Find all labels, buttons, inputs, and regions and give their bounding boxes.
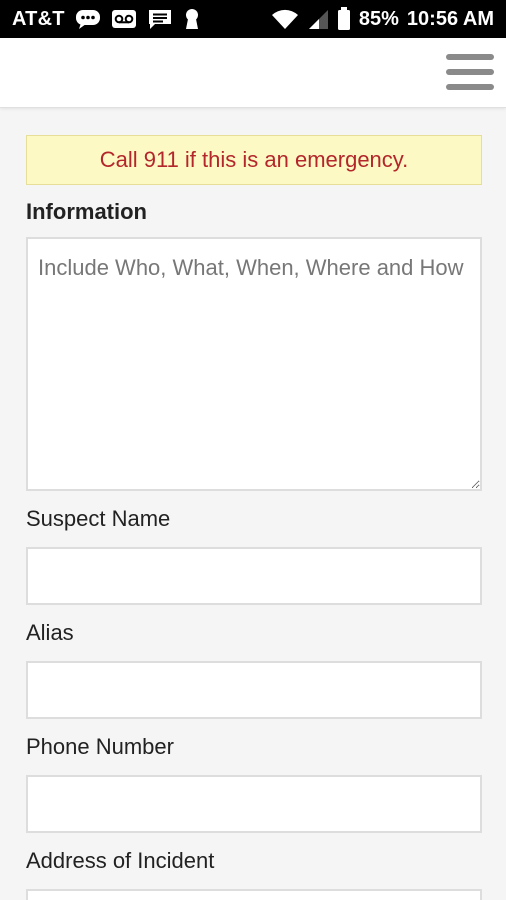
battery-icon — [337, 7, 351, 30]
address-label: Address of Incident — [26, 848, 215, 873]
status-right: 85% 10:56 AM — [271, 7, 494, 31]
information-textarea[interactable] — [26, 237, 482, 491]
battery-percentage: 85% — [358, 7, 399, 30]
wifi-icon — [271, 8, 299, 30]
signal-icon — [307, 8, 329, 30]
alias-input[interactable] — [26, 661, 482, 719]
voicemail-icon — [111, 8, 137, 30]
message-icon — [147, 8, 173, 30]
menu-bar — [446, 54, 494, 60]
status-time: 10:56 AM — [406, 7, 494, 30]
status-bar: AT&T 85% 10:56 AM — [0, 0, 506, 38]
app-header — [0, 38, 506, 108]
carrier-name: AT&T — [12, 7, 65, 30]
suspect-name-label: Suspect Name — [26, 506, 171, 531]
keyhole-icon — [183, 8, 201, 30]
hamburger-menu-icon[interactable] — [446, 54, 494, 90]
information-label: Information — [26, 199, 147, 224]
menu-bar — [446, 69, 494, 75]
phone-number-label: Phone Number — [26, 734, 174, 759]
status-left: AT&T — [12, 8, 201, 31]
address-input[interactable] — [26, 889, 482, 900]
chat-bubble-icon — [75, 8, 101, 30]
suspect-name-input[interactable] — [26, 547, 482, 605]
phone-number-input[interactable] — [26, 775, 482, 833]
emergency-banner: Call 911 if this is an emergency. — [26, 135, 482, 185]
alias-label: Alias — [26, 620, 74, 645]
tip-form: Call 911 if this is an emergency. Inform… — [26, 135, 482, 900]
menu-bar — [446, 84, 494, 90]
